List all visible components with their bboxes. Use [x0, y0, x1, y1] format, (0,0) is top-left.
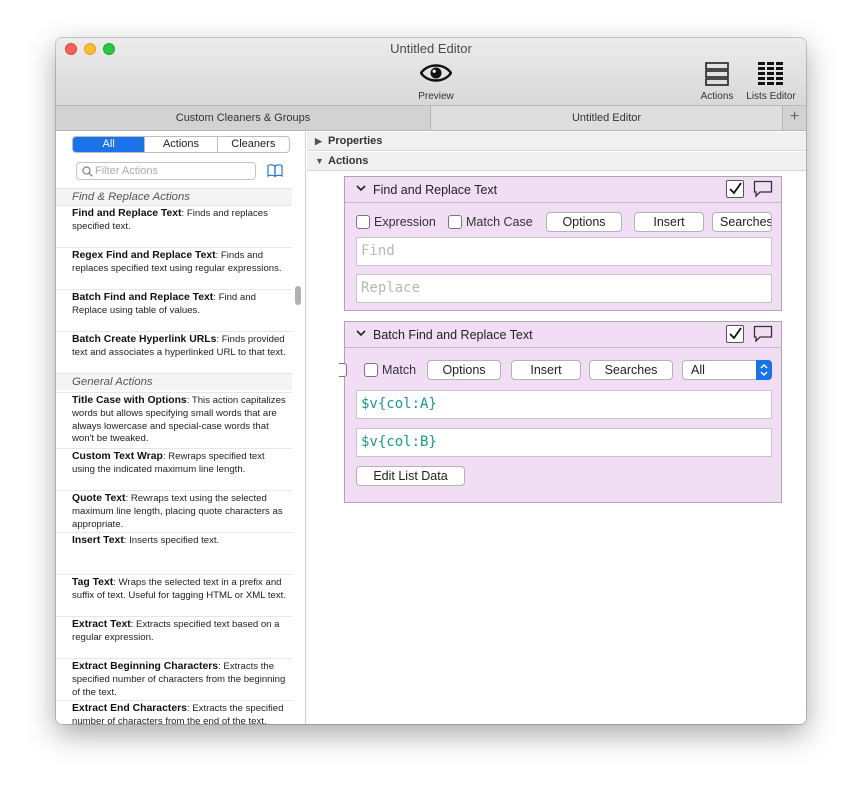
chevron-down-icon[interactable]: [355, 327, 367, 339]
find-replace-card: Find and Replace Text Expression Match C…: [344, 176, 782, 311]
actions-disclosure[interactable]: ▼ Actions: [307, 152, 806, 171]
triangle-right-icon: ▶: [315, 136, 322, 146]
list-header-general: General Actions: [56, 373, 292, 390]
preview-button[interactable]: Preview: [411, 60, 461, 104]
actions-toolbar-button[interactable]: Actions: [692, 60, 742, 104]
searches-button[interactable]: Searches: [712, 212, 772, 232]
list-item-name: Find and Replace Text: [72, 208, 182, 219]
list-item[interactable]: Custom Text Wrap: Rewraps specified text…: [56, 448, 292, 490]
enabled-checkbox[interactable]: [726, 180, 744, 198]
properties-disclosure[interactable]: ▶ Properties: [307, 132, 806, 151]
list-item[interactable]: Insert Text: Inserts specified text.: [56, 532, 292, 574]
segment-actions[interactable]: Actions: [145, 137, 218, 152]
batch-find-replace-card: Batch Find and Replace Text Match Option…: [339, 321, 782, 503]
segment-all[interactable]: All: [73, 137, 146, 152]
list-item-name: Insert Text: [72, 535, 124, 546]
list-item-name: Extract Text: [72, 619, 131, 630]
actions-section-label: Actions: [328, 155, 369, 167]
tab-custom-cleaners[interactable]: Custom Cleaners & Groups: [56, 106, 431, 130]
stack-icon: [705, 62, 729, 86]
card-title: Batch Find and Replace Text: [373, 328, 533, 342]
actions-toolbar-label: Actions: [700, 91, 734, 102]
replace-field[interactable]: Replace: [356, 274, 772, 303]
scope-value: All: [691, 363, 705, 377]
list-item-desc: : Inserts specified text.: [123, 535, 220, 546]
match-checkbox[interactable]: [364, 363, 378, 377]
list-item-name: Title Case with Options: [72, 395, 187, 406]
list-item-name: Batch Create Hyperlink URLs: [72, 334, 217, 345]
grid-list-icon: [758, 62, 783, 85]
preview-label: Preview: [418, 91, 454, 102]
tab-untitled-editor[interactable]: Untitled Editor: [431, 106, 782, 130]
list-item[interactable]: Batch Create Hyperlink URLs: Finds provi…: [56, 331, 292, 373]
actions-sidebar: All Actions Cleaners Filter Actions Find…: [56, 132, 306, 724]
match-case-checkbox[interactable]: [448, 215, 462, 229]
checkmark-icon: [729, 182, 742, 195]
list-item[interactable]: Regex Find and Replace Text: Finds and r…: [56, 247, 292, 289]
card-header: Find and Replace Text: [345, 177, 781, 203]
title-bar: Untitled Editor Preview Actions Lists Ed…: [56, 38, 806, 106]
list-item[interactable]: Extract Text: Extracts specified text ba…: [56, 616, 292, 658]
comment-icon[interactable]: [753, 180, 773, 198]
match-label: Match: [382, 363, 417, 377]
eye-icon: [420, 64, 452, 82]
list-item-name: Regex Find and Replace Text: [72, 250, 216, 261]
checkmark-icon: [729, 327, 742, 340]
list-item[interactable]: Quote Text: Rewraps text using the selec…: [56, 490, 292, 532]
editor-main: ▶ Properties ▼ Actions Find and Replace …: [307, 132, 806, 724]
segment-cleaners[interactable]: Cleaners: [218, 137, 289, 152]
list-item[interactable]: Find and Replace Text: Finds and replace…: [56, 205, 292, 247]
updown-arrows-icon: [756, 360, 772, 380]
clipped-checkbox[interactable]: [339, 363, 347, 377]
comment-icon[interactable]: [753, 325, 773, 343]
card-header: Batch Find and Replace Text: [345, 322, 781, 348]
chevron-down-icon[interactable]: [355, 182, 367, 194]
lists-editor-button[interactable]: Lists Editor: [739, 60, 803, 104]
list-item[interactable]: Title Case with Options: This action cap…: [56, 392, 292, 448]
searches-button[interactable]: Searches: [589, 360, 673, 380]
triangle-down-icon: ▼: [315, 156, 324, 166]
list-item-name: Batch Find and Replace Text: [72, 292, 214, 303]
match-case-label: Match Case: [466, 215, 533, 229]
scope-select[interactable]: All: [682, 360, 772, 380]
find-field[interactable]: Find: [356, 237, 772, 266]
properties-label: Properties: [328, 135, 383, 147]
options-button[interactable]: Options: [546, 212, 622, 232]
list-item[interactable]: Batch Find and Replace Text: Find and Re…: [56, 289, 292, 331]
list-item-name: Tag Text: [72, 577, 114, 588]
search-icon: [82, 166, 93, 177]
tab-bar: Custom Cleaners & Groups Untitled Editor…: [56, 106, 806, 131]
find-field[interactable]: $v{col:A}: [356, 390, 772, 419]
window-title: Untitled Editor: [390, 41, 472, 56]
enabled-checkbox[interactable]: [726, 325, 744, 343]
editor-window: Untitled Editor Preview Actions Lists Ed…: [56, 38, 806, 724]
list-item[interactable]: Tag Text: Wraps the selected text in a p…: [56, 574, 292, 616]
list-item[interactable]: Extract Beginning Characters: Extracts t…: [56, 658, 292, 700]
list-item-name: Custom Text Wrap: [72, 451, 163, 462]
expression-checkbox[interactable]: [356, 215, 370, 229]
lists-editor-label: Lists Editor: [746, 91, 796, 102]
list-item-name: Extract End Characters: [72, 703, 187, 714]
new-tab-button[interactable]: +: [782, 106, 806, 130]
expression-label: Expression: [374, 215, 436, 229]
list-item-name: Quote Text: [72, 493, 126, 504]
filter-placeholder: Filter Actions: [95, 165, 158, 177]
insert-button[interactable]: Insert: [511, 360, 581, 380]
book-icon[interactable]: [267, 164, 283, 177]
card-title: Find and Replace Text: [373, 183, 498, 197]
filter-actions-input[interactable]: Filter Actions: [76, 162, 256, 180]
sidebar-scrollbar[interactable]: [295, 286, 301, 305]
list-item[interactable]: Extract End Characters: Extracts the spe…: [56, 700, 292, 724]
options-button[interactable]: Options: [427, 360, 501, 380]
filter-segmented-control: All Actions Cleaners: [72, 136, 290, 153]
insert-button[interactable]: Insert: [634, 212, 704, 232]
list-header-find-replace: Find & Replace Actions: [56, 188, 292, 205]
edit-list-data-button[interactable]: Edit List Data: [356, 466, 465, 486]
replace-field[interactable]: $v{col:B}: [356, 428, 772, 457]
list-item-name: Extract Beginning Characters: [72, 661, 219, 672]
